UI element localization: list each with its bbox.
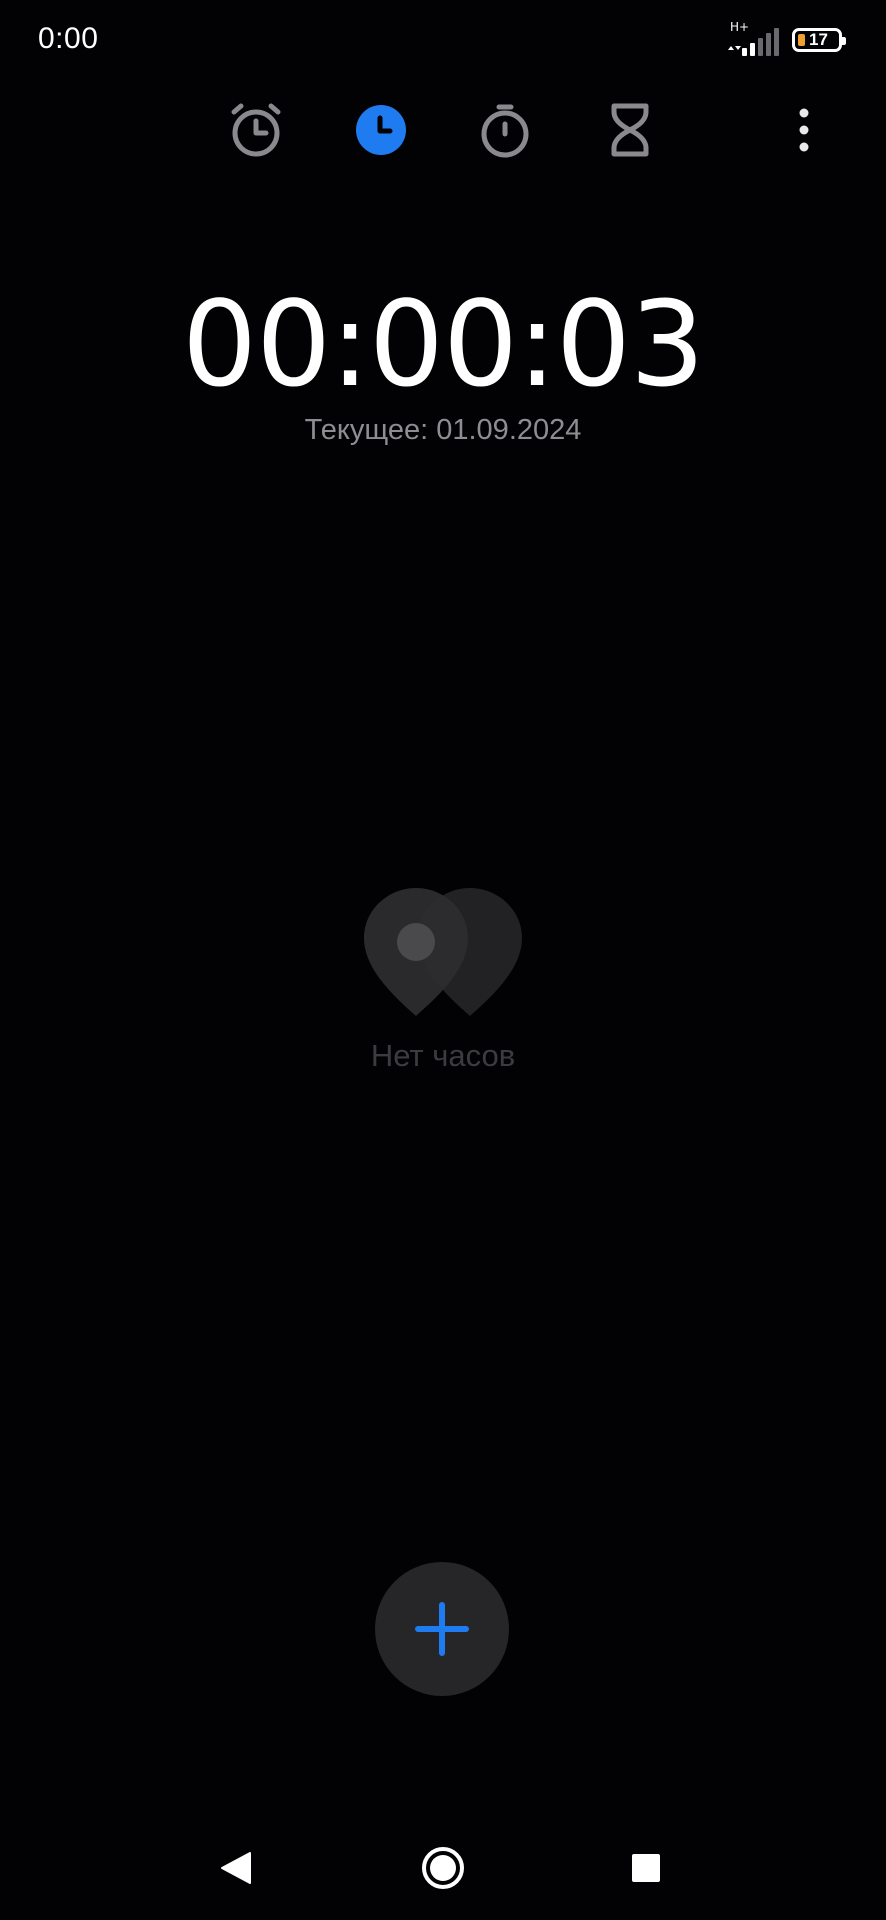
status-time: 0:00 [38,22,99,55]
status-icons: H+ 17 [726,20,846,58]
timer-hourglass-icon [611,103,649,157]
home-icon [422,1847,464,1889]
world-clock-icon [356,105,406,155]
tab-world-clock[interactable] [349,98,413,162]
battery-level: 17 [809,30,828,49]
battery-icon: 17 [792,28,846,52]
current-time: 00:00:03 [182,275,705,413]
add-clock-button[interactable] [375,1562,509,1696]
battery-fill [798,34,805,46]
world-clock-screen: 0:00 H+ 17 00:00:03 Текущее: 01.09.2024 … [0,0,886,1920]
tab-timer[interactable] [598,98,662,162]
back-icon [221,1852,251,1884]
tab-alarm[interactable] [224,98,288,162]
plus-icon [415,1602,469,1656]
nav-back-button[interactable] [206,1838,266,1898]
nav-home-button[interactable] [413,1838,473,1898]
network-type-label: H+ [730,20,750,34]
signal-icon: H+ [726,20,782,58]
recents-icon [632,1854,660,1882]
stopwatch-icon [481,104,529,158]
current-date-label: Текущее: 01.09.2024 [304,414,582,446]
nav-recents-button[interactable] [616,1838,676,1898]
alarm-clock-icon [231,103,281,157]
empty-state-text: Нет часов [370,1038,516,1073]
more-options-button[interactable] [772,98,836,162]
location-pins-icon [364,888,522,1016]
tab-stopwatch[interactable] [473,98,537,162]
more-vertical-icon [799,108,809,152]
